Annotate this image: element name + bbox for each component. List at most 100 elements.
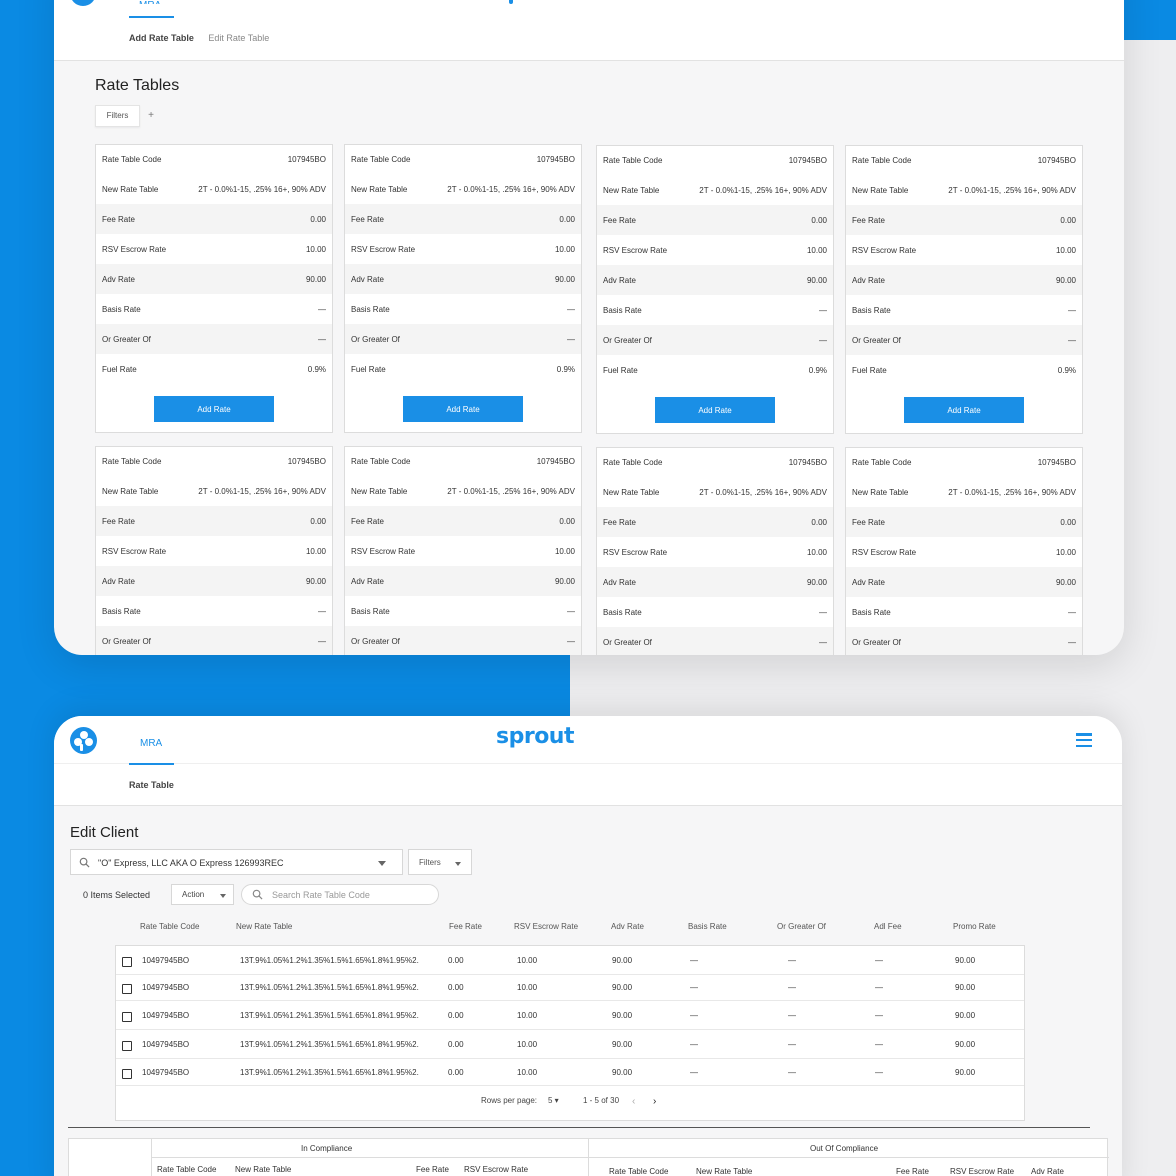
column-header[interactable]: Rate Table Code [140,922,199,931]
card-row-value: 2T - 0.0%1-15, .25% 16+, 90% ADV [447,184,575,194]
card-row-label: Fee Rate [852,517,885,527]
subtab-edit-rate-table[interactable]: Edit Rate Table [208,33,269,43]
card-row: Adv Rate 90.00 [345,264,581,294]
action-label: Action [182,890,205,899]
filters-dropdown[interactable]: Filters [408,849,472,875]
card-row-value: 107945BO [536,155,575,164]
client-select[interactable]: "O" Express, LLC AKA O Express 126993REC [70,849,403,875]
card-row-label: New Rate Table [852,185,909,195]
card-row-value: 10.00 [1055,547,1076,557]
table-cell: 10.00 [517,1039,538,1049]
card-row-label: Or Greater Of [852,335,901,345]
card-row-label: Or Greater Of [102,636,151,646]
add-rate-button[interactable]: Add Rate [904,397,1024,423]
card-row-value: 2T - 0.0%1-15, .25% 16+, 90% ADV [198,486,326,496]
card-row-label: Rate Table Code [351,155,411,164]
card-row: Rate Table Code 107945BO [597,146,833,175]
app-header: MRA Add Rate Table Edit Rate Table [54,0,1124,61]
subtab-rate-table[interactable]: Rate Table [129,780,174,790]
out-of-compliance-column-header[interactable]: New Rate Table [696,1167,752,1176]
column-header[interactable]: New Rate Table [236,922,292,931]
card-row: Fee Rate 0.00 [345,506,581,536]
table-cell: — [788,1039,796,1049]
card-row-value: — [567,334,575,344]
table-row[interactable]: 10497945BO 13T.9%1.05%1.2%1.35%1.5%1.65%1… [116,1001,1024,1030]
card-row-label: Basis Rate [102,304,141,314]
card-row: Or Greater Of — [846,627,1082,655]
card-row-value: 0.00 [811,215,827,225]
add-filter-icon[interactable]: + [145,110,157,122]
table-row[interactable]: 10497945BO 13T.9%1.05%1.2%1.35%1.5%1.65%1… [116,1059,1024,1086]
table-cell: — [788,983,796,992]
page-title: Edit Client [70,824,139,841]
card-row-label: Fee Rate [351,516,384,526]
search-placeholder: Search Rate Table Code [272,890,370,900]
card-row-value: 0.00 [1060,517,1076,527]
card-row: Basis Rate — [345,294,581,324]
in-compliance-column-header[interactable]: RSV Escrow Rate [464,1165,528,1174]
row-checkbox[interactable] [122,984,132,994]
column-header[interactable]: Or Greater Of [777,922,826,931]
add-rate-button[interactable]: Add Rate [154,396,274,422]
prev-page-icon[interactable]: ‹ [632,1096,635,1107]
in-compliance-column-header[interactable]: Fee Rate [416,1165,449,1174]
chevron-down-icon [378,861,386,866]
hamburger-menu-icon[interactable] [1076,733,1092,747]
table-cell: 13T.9%1.05%1.2%1.35%1.5%1.65%1.8%1.95%2. [240,1039,419,1049]
out-of-compliance-column-header[interactable]: Rate Table Code [609,1167,668,1176]
column-header[interactable]: Adv Rate [611,922,644,931]
card-row-value: 10.00 [1055,245,1076,255]
column-header[interactable]: Fee Rate [449,922,482,931]
chevron-down-icon [220,894,226,898]
subtab-add-rate-table[interactable]: Add Rate Table [129,33,194,43]
add-rate-button[interactable]: Add Rate [655,397,775,423]
card-row-value: 90.00 [554,576,575,586]
out-of-compliance-column-header[interactable]: Adv Rate [1031,1167,1064,1176]
out-of-compliance-column-header[interactable]: Fee Rate [896,1167,929,1176]
table-row[interactable]: 10497945BO 13T.9%1.05%1.2%1.35%1.5%1.65%1… [116,1030,1024,1059]
column-header[interactable]: Basis Rate [688,922,727,931]
card-row: Rate Table Code 107945BO [846,448,1082,477]
card-row-label: Or Greater Of [102,334,151,344]
row-checkbox[interactable] [122,1040,132,1051]
filters-button[interactable]: Filters [95,105,140,127]
in-compliance-column-header[interactable]: New Rate Table [235,1165,291,1174]
card-row: Rate Table Code 107945BO [345,145,581,174]
card-row: New Rate Table 2T - 0.0%1-15, .25% 16+, 9… [597,175,833,205]
row-checkbox[interactable] [122,1011,132,1022]
card-row-value: 2T - 0.0%1-15, .25% 16+, 90% ADV [699,185,827,195]
next-page-icon[interactable]: › [653,1096,656,1107]
column-header[interactable]: RSV Escrow Rate [514,922,578,931]
page-range: 1 - 5 of 30 [583,1096,620,1105]
clover-logo-icon[interactable] [70,0,96,6]
in-compliance-column-header[interactable]: Rate Table Code [157,1165,216,1174]
card-row-label: New Rate Table [603,487,660,497]
table-cell: 0.00 [448,955,464,965]
clover-logo-icon[interactable] [70,727,97,754]
rows-per-page-select[interactable]: 5 ▾ [548,1096,559,1105]
rate-table-search-input[interactable]: Search Rate Table Code [241,884,439,905]
table-cell: 90.00 [955,955,976,965]
table-row[interactable]: 10497945BO 13T.9%1.05%1.2%1.35%1.5%1.65%1… [116,975,1024,1001]
nav-tab-mra[interactable]: MRA [139,0,161,4]
nav-tab-mra[interactable]: MRA [140,738,162,749]
card-row: Or Greater Of — [345,626,581,655]
column-header[interactable]: Adl Fee [874,922,902,931]
table-cell: 13T.9%1.05%1.2%1.35%1.5%1.65%1.8%1.95%2. [240,955,419,965]
search-icon [79,857,90,868]
table-cell: 90.00 [612,1067,633,1077]
card-row-value: — [1068,637,1076,647]
column-header[interactable]: Promo Rate [953,922,996,931]
add-rate-button[interactable]: Add Rate [403,396,523,422]
out-of-compliance-column-header[interactable]: RSV Escrow Rate [950,1167,1014,1176]
card-row-label: Or Greater Of [603,637,652,647]
card-row: Fuel Rate 0.9% [846,355,1082,385]
row-checkbox[interactable] [122,956,132,967]
page-title: Rate Tables [95,77,180,94]
table-row[interactable]: 10497945BO 13T.9%1.05%1.2%1.35%1.5%1.65%1… [116,946,1024,975]
action-dropdown[interactable]: Action [171,884,234,905]
card-row-value: 90.00 [1055,577,1076,587]
card-row: Basis Rate — [597,295,833,325]
table-cell: — [875,983,883,992]
row-checkbox[interactable] [122,1068,132,1079]
